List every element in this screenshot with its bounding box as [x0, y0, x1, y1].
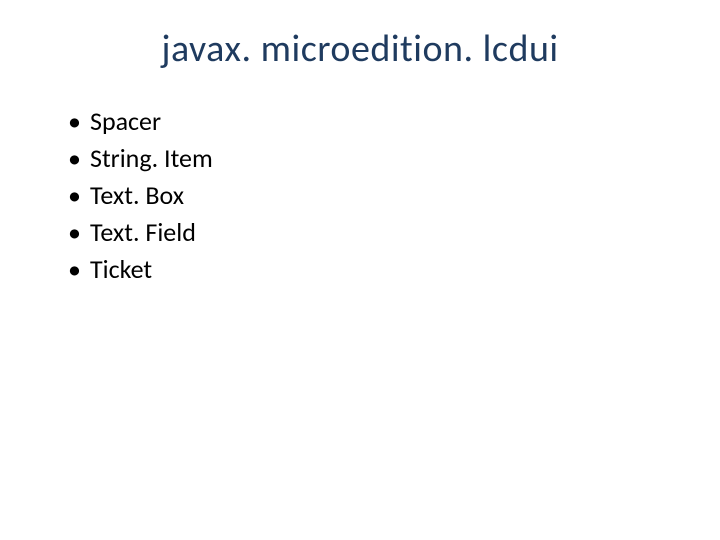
list-item: String. Item	[68, 141, 680, 176]
list-item: Spacer	[68, 104, 680, 139]
list-item: Ticket	[68, 252, 680, 287]
slide-title: javax. microedition. lcdui	[40, 26, 680, 72]
list-item: Text. Box	[68, 178, 680, 213]
list-item: Text. Field	[68, 215, 680, 250]
bullet-list: Spacer String. Item Text. Box Text. Fiel…	[40, 104, 680, 287]
slide: javax. microedition. lcdui Spacer String…	[0, 0, 720, 540]
